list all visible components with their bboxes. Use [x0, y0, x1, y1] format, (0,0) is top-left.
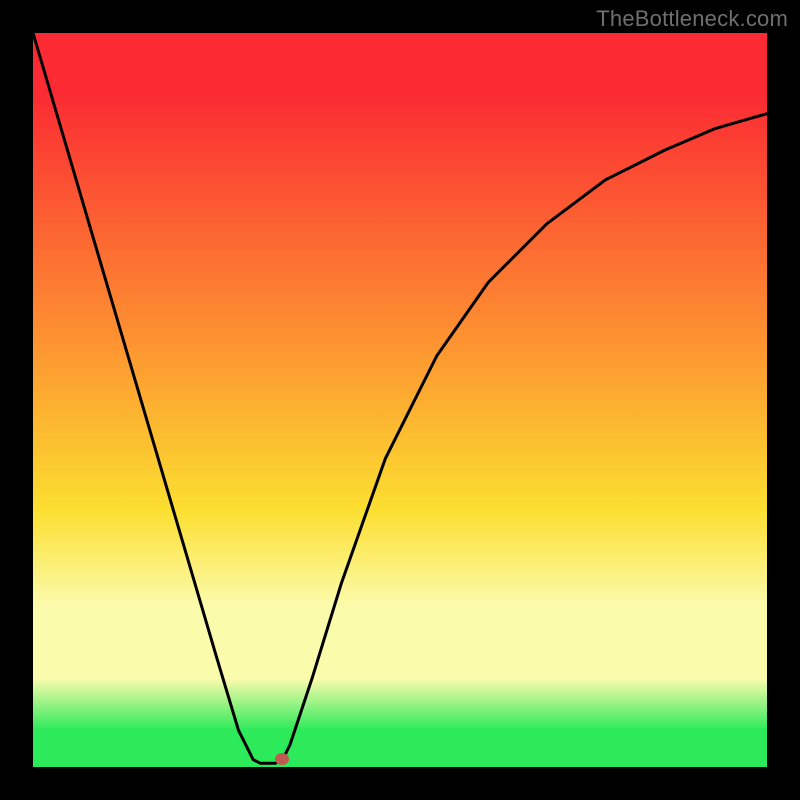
min-marker	[275, 753, 289, 765]
bottleneck-curve	[33, 33, 767, 767]
watermark-text: TheBottleneck.com	[596, 6, 788, 32]
plot-area	[33, 33, 767, 767]
chart-frame: TheBottleneck.com	[0, 0, 800, 800]
